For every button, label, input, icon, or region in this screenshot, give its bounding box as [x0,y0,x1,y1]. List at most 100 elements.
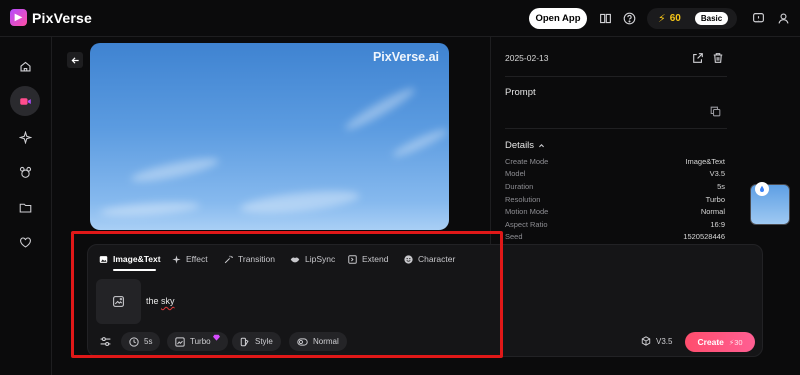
sidebar-item-favorites[interactable] [10,227,40,257]
heart-icon [19,236,32,249]
copy-prompt-button[interactable] [708,104,722,118]
sidebar-item-video[interactable] [10,86,40,116]
plan-badge: Basic [694,12,729,25]
duration-chip[interactable]: 5s [121,332,161,351]
detail-value: Turbo [705,195,725,204]
tab-transition[interactable]: Transition [224,252,290,266]
chevron-up-icon [538,142,545,149]
model-selector[interactable]: V3.5 [641,336,672,346]
style-label: Style [255,337,273,346]
video-thumbnail[interactable] [750,182,790,225]
copy-icon [710,106,721,117]
tab-label: Effect [186,254,208,264]
tab-character[interactable]: Character [404,252,466,266]
resolution-icon [175,336,185,347]
credits-badge[interactable]: ⚡ 60 Basic [647,8,737,29]
app-name: PixVerse [32,9,92,26]
watermark: PixVerse.ai [372,50,439,64]
sliders-icon [99,335,112,348]
help-icon[interactable] [621,10,637,26]
open-app-button[interactable]: Open App [529,8,587,29]
clock-icon [129,336,139,347]
detail-value: 5s [717,182,725,191]
cube-icon [641,336,651,346]
top-header: ▶ PixVerse Open App ⚡ 60 Basic [0,0,800,37]
sidebar-item-effects[interactable] [10,122,40,152]
creation-date: 2025-02-13 [505,53,549,63]
tab-label: Extend [362,254,389,264]
motion-chip[interactable]: Normal [289,332,347,351]
model-value: V3.5 [656,336,673,346]
sidebar-item-assets[interactable] [10,192,40,222]
external-link-icon [692,52,704,64]
sidebar-item-home[interactable] [10,51,40,81]
notification-icon[interactable] [750,10,766,26]
detail-key: Seed [505,232,523,241]
motion-value: Normal [313,337,339,346]
duration-value: 5s [144,337,153,346]
detail-value: Normal [700,207,725,216]
sidebar-item-characters[interactable] [10,157,40,187]
details-label: Details [505,140,535,151]
share-button[interactable] [691,51,705,65]
mode-tabs: Image&Text Effect Transition LipSync Ext… [99,252,466,266]
tab-label: LipSync [305,254,336,264]
home-icon [19,60,32,73]
details-toggle[interactable]: Details [505,140,545,151]
image-add-icon [112,295,125,308]
palette-icon [240,337,250,347]
delete-button[interactable] [711,51,725,65]
image-icon [99,255,108,264]
prompt-text-misspelled: sky [161,296,175,306]
detail-key: Create Mode [505,157,549,166]
tab-label: Image&Text [113,254,161,264]
sparkle-icon [172,254,181,264]
prompt-text: the [146,296,162,306]
droplet-icon [755,182,769,196]
magic-wand-icon [224,255,233,264]
tab-label: Transition [238,254,276,264]
sidebar [0,37,52,375]
detail-value: 16:9 [710,220,725,229]
trash-icon [712,52,724,64]
folder-icon [19,201,32,214]
divider [505,128,727,129]
lips-icon [290,255,300,264]
video-preview[interactable]: PixVerse.ai [90,43,449,230]
detail-key: Aspect Ratio [505,220,548,229]
settings-button[interactable] [96,332,115,351]
extend-icon [348,254,357,264]
detail-key: Model [505,169,526,178]
style-chip[interactable]: Style [232,332,281,351]
credits-count: 60 [669,13,681,24]
create-button[interactable]: Create ⚡30 [685,332,755,352]
divider [505,76,727,77]
user-icon[interactable] [775,10,791,26]
tab-effect[interactable]: Effect [172,252,224,266]
toggle-icon [297,337,308,347]
tab-image-text[interactable]: Image&Text [99,252,172,266]
image-upload-button[interactable] [96,279,141,324]
logo-icon: ▶ [10,9,27,26]
detail-value: 1520528446 [683,232,725,241]
app-logo[interactable]: ▶ PixVerse [10,9,92,26]
sparkle-icon [18,130,32,144]
mascot-icon [19,166,32,179]
prompt-input[interactable]: the sky [146,296,175,306]
detail-value: V3.5 [709,169,725,178]
tab-lipsync[interactable]: LipSync [290,252,348,266]
quality-chip[interactable]: Turbo [167,332,228,351]
book-icon[interactable] [597,10,613,26]
create-label: Create [697,337,724,347]
smiley-icon [404,254,413,264]
back-button[interactable] [67,52,83,68]
create-cost: ⚡30 [728,337,743,347]
tab-extend[interactable]: Extend [348,252,404,266]
video-camera-icon [19,95,32,108]
quality-value: Turbo [190,337,211,346]
lightning-icon: ⚡ [658,13,666,25]
create-cost-value: 30 [734,337,743,347]
detail-value: Image&Text [685,157,725,166]
detail-key: Motion Mode [505,207,549,216]
active-tab-indicator [113,269,156,271]
